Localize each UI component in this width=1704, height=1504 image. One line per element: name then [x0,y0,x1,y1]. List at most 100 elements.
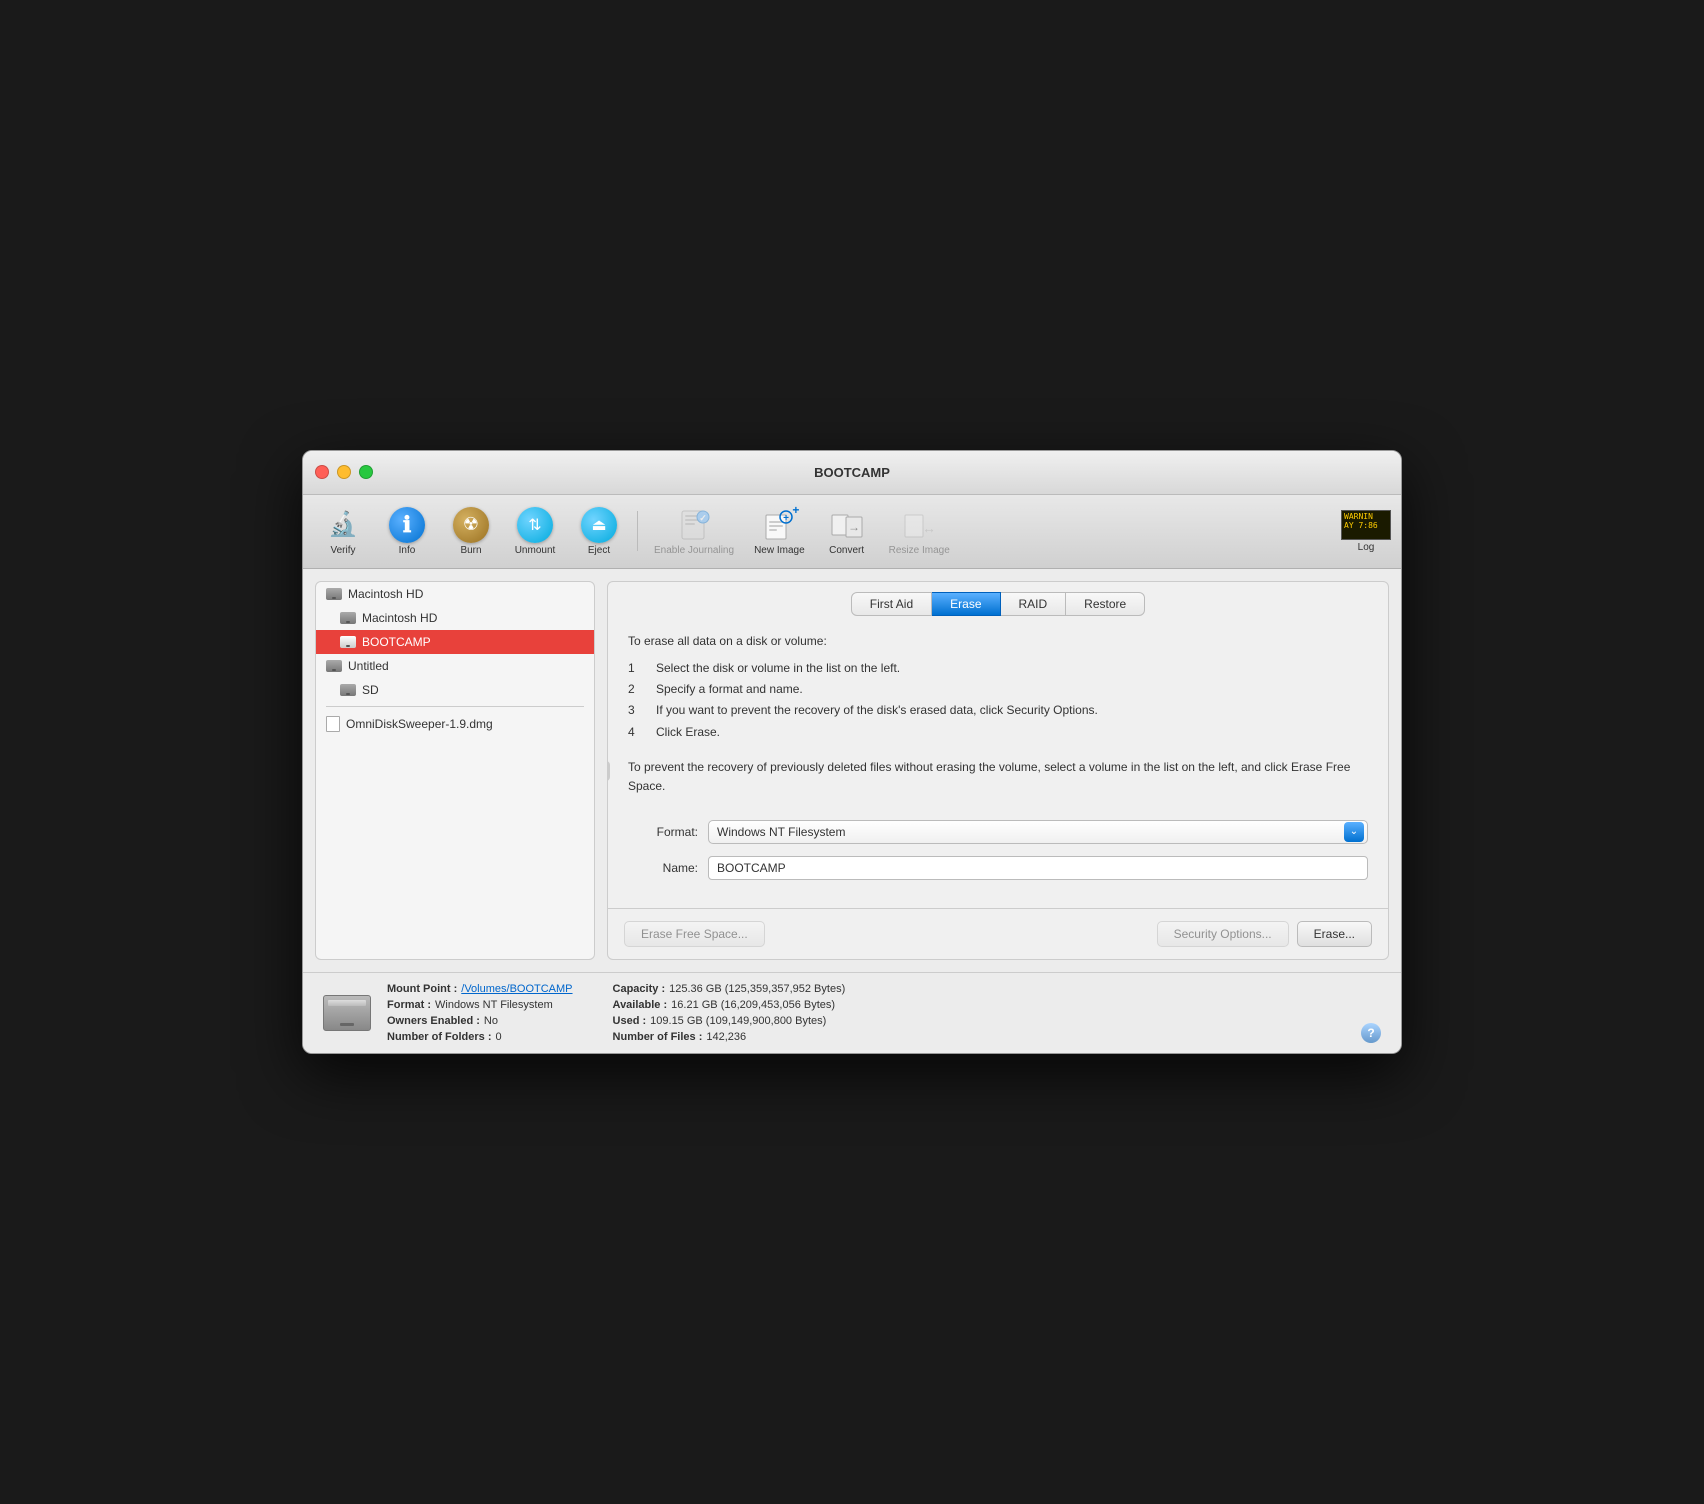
help-button[interactable]: ? [1361,1023,1381,1043]
info-label: Info [399,545,416,556]
toolbar-item-eject[interactable]: ⏏ Eject [569,503,629,560]
minimize-button[interactable] [337,465,351,479]
status-right-col: Capacity : 125.36 GB (125,359,357,952 By… [613,983,846,1043]
available-value: 16.21 GB (16,209,453,056 Bytes) [671,999,835,1011]
sidebar-item-omnidisksweeper[interactable]: OmniDiskSweeper-1.9.dmg [316,711,594,737]
disk-icon [326,588,342,600]
convert-label: Convert [829,545,864,556]
status-row-mount: Mount Point : /Volumes/BOOTCAMP [387,983,573,995]
titlebar: BOOTCAMP [303,451,1401,495]
used-value: 109.15 GB (109,149,900,800 Bytes) [650,1015,826,1027]
security-options-button[interactable]: Security Options... [1157,921,1289,947]
new-image-icon: + [761,507,797,543]
mount-point-key: Mount Point : [387,983,457,995]
verify-label: Verify [330,545,355,556]
status-row-format: Format : Windows NT Filesystem [387,999,573,1011]
burn-label: Burn [460,545,481,556]
tab-first-aid[interactable]: First Aid [851,592,932,616]
file-icon [326,716,340,732]
tab-restore[interactable]: Restore [1066,592,1145,616]
svg-text:✓: ✓ [699,513,707,523]
name-row: Name: [628,856,1368,880]
list-item: 4 Click Erase. [628,723,1368,742]
toolbar: 🔬 Verify ℹ Info ☢ Burn ⇅ Unmount ⏏ Eject [303,495,1401,569]
enable-journaling-label: Enable Journaling [654,545,734,556]
disk-icon [340,636,356,648]
convert-icon: → [829,507,865,543]
toolbar-item-burn[interactable]: ☢ Burn [441,503,501,560]
toolbar-item-unmount[interactable]: ⇅ Unmount [505,503,565,560]
main-panel: First Aid Erase RAID Restore To erase al… [607,581,1389,960]
format-select[interactable]: Windows NT Filesystem Mac OS Extended (J… [708,820,1368,844]
maximize-button[interactable] [359,465,373,479]
instructions-intro: To erase all data on a disk or volume: [628,632,1368,651]
status-row-used: Used : 109.15 GB (109,149,900,800 Bytes) [613,1015,846,1027]
log-preview: WARNIN AY 7:86 [1341,510,1391,540]
burn-icon: ☢ [453,507,489,543]
resize-image-icon: ↔ [901,507,937,543]
erase-free-space-button[interactable]: Erase Free Space... [624,921,765,947]
format-row: Format: Windows NT Filesystem Mac OS Ext… [628,820,1368,844]
log-button[interactable]: WARNIN AY 7:86 Log [1341,510,1391,553]
status-info: Mount Point : /Volumes/BOOTCAMP Format :… [387,983,1345,1043]
disk-icon-large [323,995,371,1031]
toolbar-item-info[interactable]: ℹ Info [377,503,437,560]
available-key: Available : [613,999,668,1011]
list-item: 1 Select the disk or volume in the list … [628,659,1368,678]
svg-text:↔: ↔ [922,520,936,536]
svg-text:+: + [783,513,789,524]
traffic-lights [315,465,373,479]
button-group: Security Options... Erase... [1157,921,1372,947]
window-title: BOOTCAMP [814,465,890,480]
mount-point-value[interactable]: /Volumes/BOOTCAMP [461,983,572,995]
unmount-label: Unmount [515,545,556,556]
main-window: BOOTCAMP 🔬 Verify ℹ Info ☢ Burn ⇅ Unmoun… [302,450,1402,1054]
tab-erase[interactable]: Erase [932,592,1000,616]
format-value: Windows NT Filesystem [435,999,553,1011]
toolbar-item-convert[interactable]: → Convert [817,503,877,560]
disk-icon [340,684,356,696]
sidebar-item-bootcamp[interactable]: BOOTCAMP [316,630,594,654]
folders-key: Number of Folders : [387,1031,492,1043]
used-key: Used : [613,1015,647,1027]
resize-handle[interactable] [607,761,610,781]
instructions-note: To prevent the recovery of previously de… [628,758,1368,796]
unmount-icon: ⇅ [517,507,553,543]
sidebar-separator [326,706,584,707]
toolbar-item-enable-journaling: ✓ Enable Journaling [646,503,742,560]
log-label: Log [1358,542,1375,553]
status-bar: Mount Point : /Volumes/BOOTCAMP Format :… [303,972,1401,1053]
sidebar-item-untitled[interactable]: Untitled [316,654,594,678]
format-select-container: Windows NT Filesystem Mac OS Extended (J… [708,820,1368,844]
toolbar-separator-1 [637,511,638,551]
name-label: Name: [628,859,698,878]
status-row-available: Available : 16.21 GB (16,209,453,056 Byt… [613,999,846,1011]
owners-key: Owners Enabled : [387,1015,480,1027]
tab-raid[interactable]: RAID [1001,592,1067,616]
toolbar-item-new-image[interactable]: + New Image [746,503,813,560]
sidebar: Macintosh HD Macintosh HD BOOTCAMP Untit… [315,581,595,960]
list-item: 3 If you want to prevent the recovery of… [628,701,1368,720]
status-row-folders: Number of Folders : 0 [387,1031,573,1043]
sidebar-item-sd[interactable]: SD [316,678,594,702]
status-left-col: Mount Point : /Volumes/BOOTCAMP Format :… [387,983,573,1043]
panel-buttons: Erase Free Space... Security Options... … [608,908,1388,959]
new-image-label: New Image [754,545,805,556]
close-button[interactable] [315,465,329,479]
list-item: 2 Specify a format and name. [628,680,1368,699]
files-value: 142,236 [706,1031,746,1043]
sidebar-item-macintosh-hd-2[interactable]: Macintosh HD [316,606,594,630]
files-key: Number of Files : [613,1031,703,1043]
sidebar-item-macintosh-hd-1[interactable]: Macintosh HD [316,582,594,606]
instructions-list: 1 Select the disk or volume in the list … [628,659,1368,742]
svg-text:→: → [848,520,860,534]
toolbar-item-resize-image: ↔ Resize Image [881,503,958,560]
owners-value: No [484,1015,498,1027]
format-label: Format: [628,823,698,842]
name-input[interactable] [708,856,1368,880]
toolbar-item-verify[interactable]: 🔬 Verify [313,503,373,560]
eject-label: Eject [588,545,610,556]
erase-button[interactable]: Erase... [1297,921,1372,947]
folders-value: 0 [496,1031,502,1043]
info-icon: ℹ [389,507,425,543]
